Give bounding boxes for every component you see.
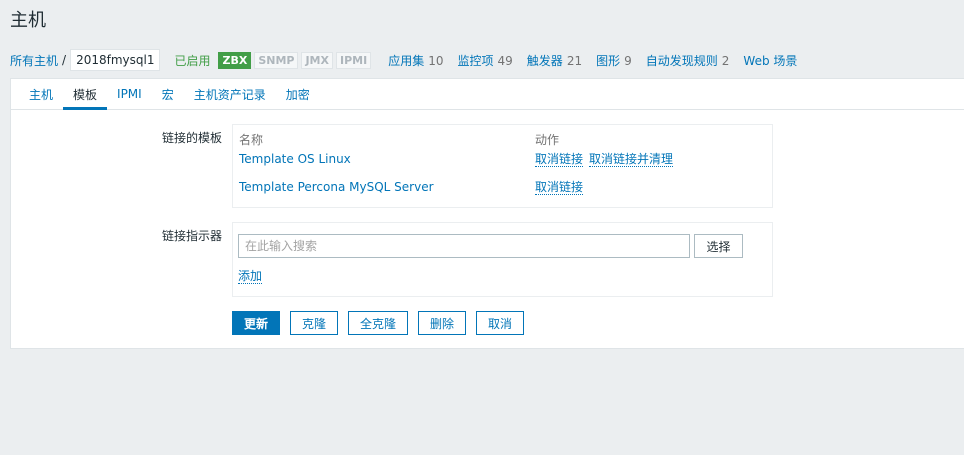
linked-templates-table: 名称 动作 Template OS Linux 取消链接 取消链接并清理 Tem… <box>232 124 773 208</box>
unlink-and-clear-os-linux[interactable]: 取消链接并清理 <box>589 152 674 167</box>
delete-button[interactable]: 删除 <box>418 311 466 335</box>
template-percona-mysql-link[interactable]: Template Percona MySQL Server <box>239 180 434 194</box>
unlink-percona-mysql[interactable]: 取消链接 <box>535 180 584 195</box>
full-clone-button[interactable]: 全克隆 <box>348 311 408 335</box>
link-new-templates-box: 选择 添加 <box>232 222 773 297</box>
host-tabs: 主机 模板 IPMI 宏 主机资产记录 加密 <box>11 79 964 110</box>
unlink-os-linux[interactable]: 取消链接 <box>535 152 584 167</box>
breadcrumb-current-host[interactable]: 2018fmysql1 <box>70 49 161 71</box>
breadcrumb-all-hosts[interactable]: 所有主机 <box>10 52 58 69</box>
zbx-availability-badge: ZBX <box>218 51 252 69</box>
clone-button[interactable]: 克隆 <box>290 311 338 335</box>
tab-inventory[interactable]: 主机资产记录 <box>184 79 276 109</box>
template-search-input[interactable] <box>238 234 690 258</box>
column-header-name: 名称 <box>239 133 264 147</box>
items-link[interactable]: 监控项 49 <box>458 52 513 69</box>
tab-ipmi[interactable]: IPMI <box>107 79 152 109</box>
host-form-card: 主机 模板 IPMI 宏 主机资产记录 加密 链接的模板 名称 动作 Templ… <box>10 78 964 349</box>
applications-link[interactable]: 应用集 10 <box>388 52 443 69</box>
link-new-templates-label: 链接指示器 <box>161 229 222 243</box>
graphs-link[interactable]: 图形 9 <box>596 52 632 69</box>
ipmi-availability-badge: IPMI <box>336 51 372 69</box>
template-os-linux-link[interactable]: Template OS Linux <box>239 152 351 166</box>
web-scenarios-link[interactable]: Web 场景 <box>743 52 797 69</box>
tab-templates[interactable]: 模板 <box>63 79 108 110</box>
add-template-link[interactable]: 添加 <box>238 269 263 284</box>
jmx-availability-badge: JMX <box>301 51 333 69</box>
cancel-button[interactable]: 取消 <box>476 311 524 335</box>
host-navigation-bar: 所有主机 / 2018fmysql1 已启用 ZBX SNMP JMX IPMI… <box>10 48 797 72</box>
host-status-enabled[interactable]: 已启用 <box>174 52 210 69</box>
tab-host[interactable]: 主机 <box>19 79 63 109</box>
update-button[interactable]: 更新 <box>232 311 280 335</box>
breadcrumb-separator: / <box>62 53 67 67</box>
discovery-rules-link[interactable]: 自动发现规则 2 <box>646 52 730 69</box>
tab-encryption[interactable]: 加密 <box>276 79 320 109</box>
triggers-link[interactable]: 触发器 21 <box>527 52 582 69</box>
snmp-availability-badge: SNMP <box>254 51 299 69</box>
linked-templates-label: 链接的模板 <box>161 131 222 145</box>
tab-macros[interactable]: 宏 <box>152 79 184 109</box>
column-header-action: 动作 <box>535 133 560 147</box>
select-template-button[interactable]: 选择 <box>694 234 743 258</box>
page-title: 主机 <box>10 10 46 31</box>
